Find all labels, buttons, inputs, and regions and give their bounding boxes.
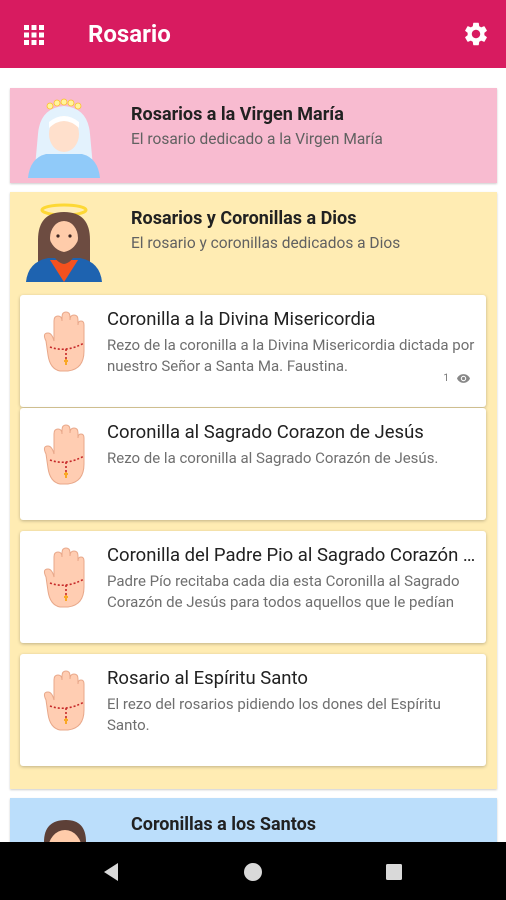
rosary-hand-icon: [43, 670, 85, 731]
item-description: Padre Pío recitaba cada dia esta Coronil…: [107, 572, 460, 611]
category-santos[interactable]: Coronillas a los Santos: [10, 798, 497, 842]
back-triangle-icon[interactable]: [100, 861, 122, 883]
item-title: Coronilla del Padre Pio al Sagrado Coraz…: [107, 544, 479, 566]
jesus-avatar: [26, 203, 102, 282]
app-bar: Rosario: [0, 0, 506, 68]
item-title: Coronilla al Sagrado Corazon de Jesús: [107, 421, 424, 443]
category-title: Rosarios y Coronillas a Dios: [131, 208, 357, 229]
item-description: El rezo del rosarios pidiendo los dones …: [107, 695, 441, 734]
grid-icon[interactable]: [22, 23, 46, 47]
category-title: Rosarios a la Virgen María: [131, 104, 344, 125]
rosary-hand-icon: [43, 311, 85, 372]
category-subtitle: El rosario dedicado a la Virgen María: [131, 130, 383, 148]
item-title: Rosario al Espíritu Santo: [107, 667, 308, 689]
item-description: Rezo de la coronilla a la Divina Miseric…: [107, 336, 475, 375]
category-virgen-maria[interactable]: Rosarios a la Virgen María El rosario de…: [10, 88, 497, 183]
app-title: Rosario: [88, 20, 171, 48]
list-item[interactable]: Coronilla del Padre Pio al Sagrado Coraz…: [20, 531, 486, 643]
eye-icon: [457, 374, 470, 383]
gear-icon[interactable]: [462, 20, 490, 48]
list-item[interactable]: Coronilla a la Divina Misericordia Rezo …: [20, 295, 486, 407]
item-title: Coronilla a la Divina Misericordia: [107, 308, 376, 330]
views-count: 1: [443, 373, 449, 384]
category-subtitle: El rosario y coronillas dedicados a Dios: [131, 234, 401, 252]
virgin-mary-avatar: [28, 98, 100, 178]
home-circle-icon[interactable]: [242, 861, 264, 883]
rosary-hand-icon: [43, 424, 85, 485]
system-nav-bar: [0, 842, 506, 900]
category-title: Coronillas a los Santos: [131, 814, 316, 835]
list-item[interactable]: Coronilla al Sagrado Corazon de Jesús Re…: [20, 408, 486, 520]
saint-avatar: [44, 820, 86, 842]
recents-square-icon[interactable]: [383, 861, 405, 883]
item-description: Rezo de la coronilla al Sagrado Corazón …: [107, 449, 439, 467]
rosary-hand-icon: [43, 547, 85, 608]
content-list[interactable]: Rosarios a la Virgen María El rosario de…: [0, 68, 506, 842]
item-views: 1: [443, 373, 470, 384]
list-item[interactable]: Rosario al Espíritu Santo El rezo del ro…: [20, 654, 486, 766]
